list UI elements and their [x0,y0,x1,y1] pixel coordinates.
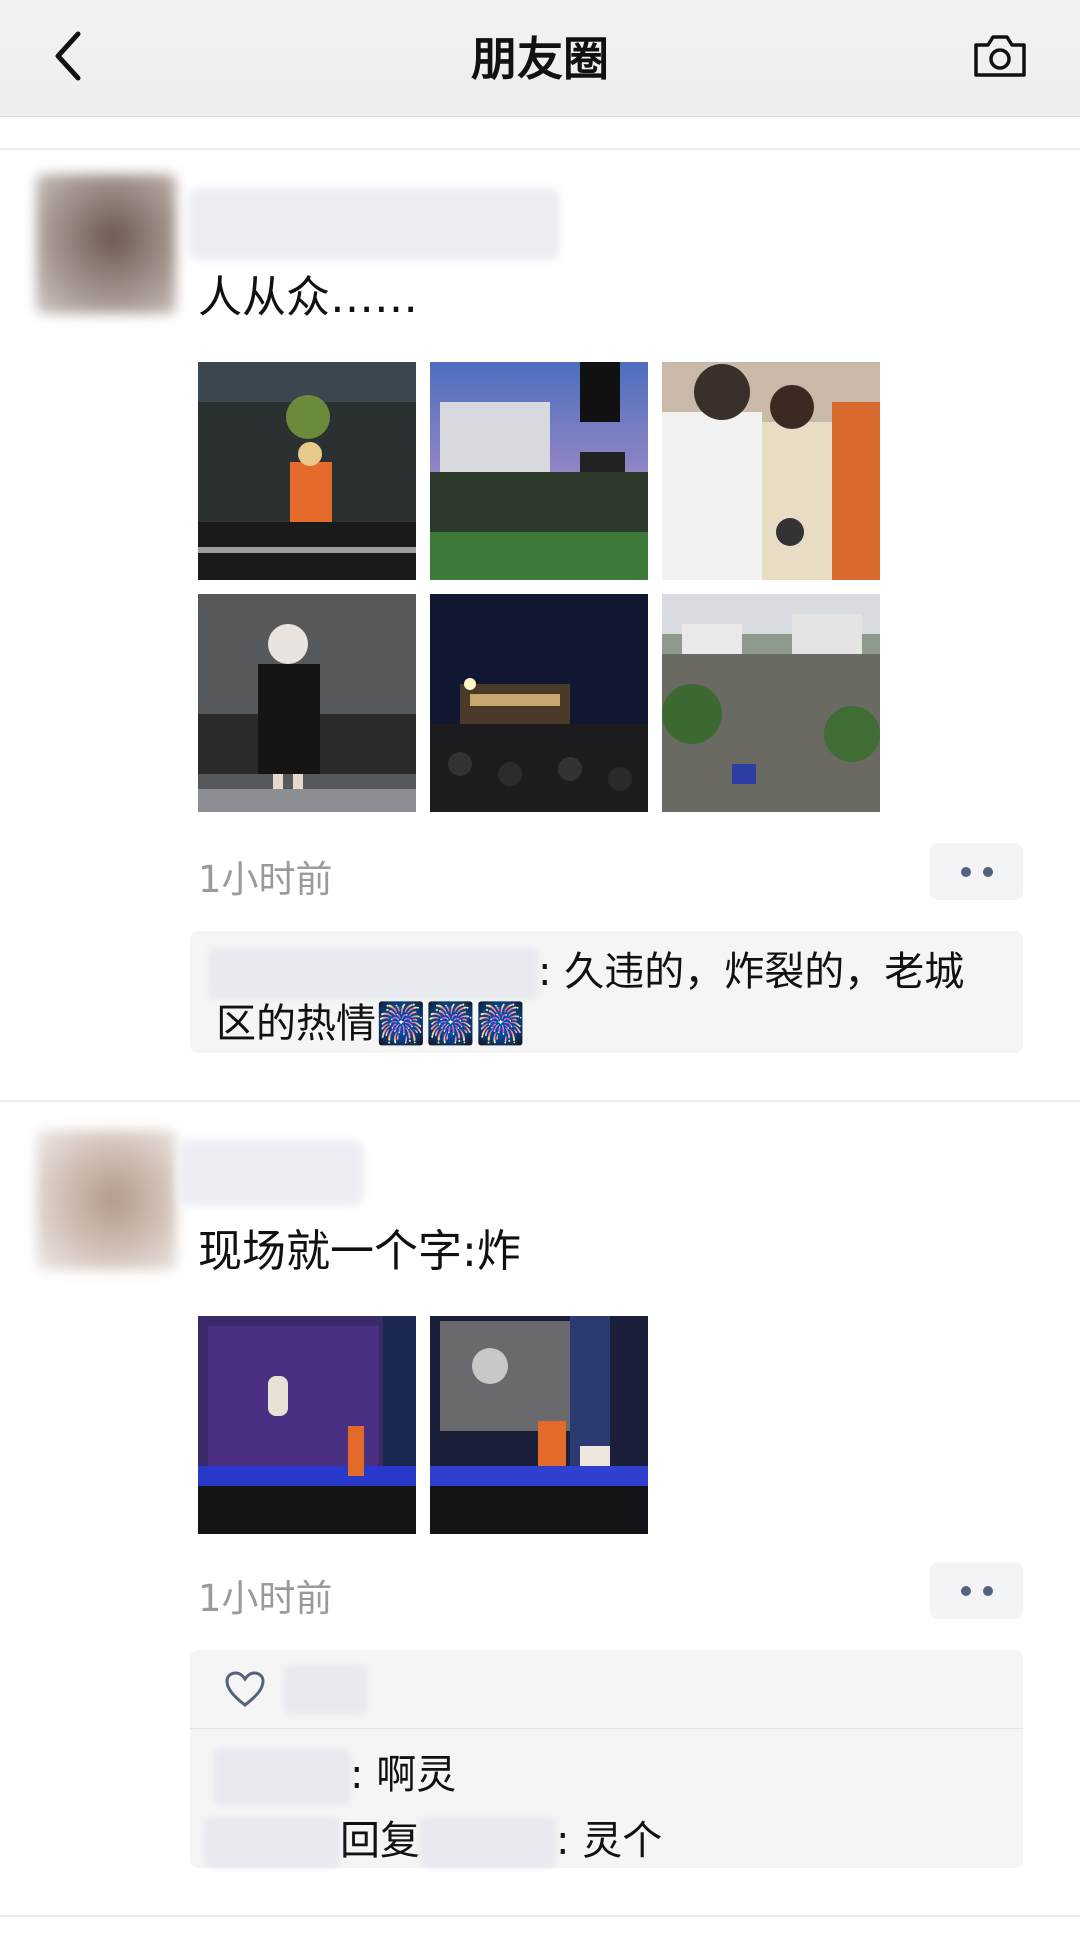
comment-box: : 啊灵 回复 : 灵个 [190,1650,1023,1868]
comment-author[interactable] [214,1749,350,1805]
post-text: 现场就一个字:炸 [198,1226,521,1277]
top-bar: 朋友圈 [0,0,1080,117]
comment[interactable]: 回复 : 灵个 [204,1808,662,1868]
dot-icon [982,1585,993,1596]
comment-text: : 灵个 [556,1818,663,1864]
dot-icon [960,1585,971,1596]
comment-text: : 啊灵 [350,1752,457,1798]
camera-button[interactable] [968,24,1032,88]
heart-icon [225,1671,265,1707]
username[interactable] [178,1140,364,1206]
comment-continued: 区的热情🎆🎆🎆 [216,991,525,1049]
photo[interactable] [430,1316,648,1534]
likes-row [190,1650,1023,1729]
comment-text: 区的热情 [216,1001,376,1047]
comment[interactable]: : 啊灵 [214,1742,456,1805]
comment[interactable]: : 久违的，炸裂的，老城 [208,939,964,999]
more-button[interactable] [930,843,1023,900]
divider [0,148,1080,150]
photo[interactable] [430,362,648,580]
like-user[interactable] [284,1666,368,1714]
comment-box: : 久违的，炸裂的，老城 区的热情🎆🎆🎆 [190,931,1023,1053]
reply-target[interactable] [420,1818,556,1868]
reply-label: 回复 [340,1818,420,1864]
photo[interactable] [198,1316,416,1534]
fireworks-emoji: 🎆🎆🎆 [376,1001,526,1047]
timestamp: 1小时前 [198,858,333,901]
divider [0,1915,1080,1917]
comment-text: : 久违的，炸裂的，老城 [538,949,965,995]
photo[interactable] [662,594,880,812]
avatar[interactable] [36,174,176,314]
divider [0,1100,1080,1102]
photo[interactable] [662,362,880,580]
comment-author[interactable] [204,1818,340,1868]
dot-icon [960,866,971,877]
post-text: 人从众…… [198,272,418,323]
username[interactable] [188,188,560,260]
timestamp: 1小时前 [198,1577,333,1620]
more-button[interactable] [930,1562,1023,1619]
avatar[interactable] [36,1130,176,1270]
photo[interactable] [198,594,416,812]
dot-icon [982,866,993,877]
photo[interactable] [198,362,416,580]
photo[interactable] [430,594,648,812]
camera-icon [974,35,1026,77]
page-title: 朋友圈 [471,32,609,86]
